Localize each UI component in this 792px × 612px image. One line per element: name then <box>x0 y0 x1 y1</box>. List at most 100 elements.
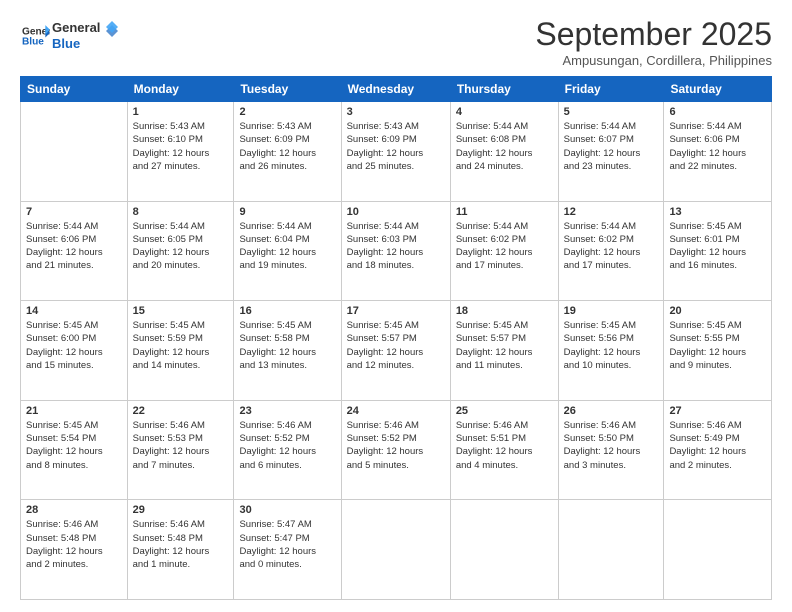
day-number: 23 <box>239 405 335 417</box>
day-info: Sunrise: 5:44 AM Sunset: 6:06 PM Dayligh… <box>669 120 766 173</box>
week-row-4: 21 Sunrise: 5:45 AM Sunset: 5:54 PM Dayli… <box>21 400 772 500</box>
day-info: Sunrise: 5:45 AM Sunset: 5:58 PM Dayligh… <box>239 319 335 372</box>
day-info: Sunrise: 5:45 AM Sunset: 5:57 PM Dayligh… <box>347 319 445 372</box>
day-info: Sunrise: 5:46 AM Sunset: 5:48 PM Dayligh… <box>26 518 122 571</box>
day-number: 14 <box>26 305 122 317</box>
calendar-cell: 20 Sunrise: 5:45 AM Sunset: 5:55 PM Dayli… <box>664 301 772 401</box>
calendar-cell: 21 Sunrise: 5:45 AM Sunset: 5:54 PM Dayli… <box>21 400 128 500</box>
day-number: 29 <box>133 504 229 516</box>
day-info: Sunrise: 5:44 AM Sunset: 6:07 PM Dayligh… <box>564 120 659 173</box>
calendar-cell <box>450 500 558 600</box>
week-row-1: 1 Sunrise: 5:43 AM Sunset: 6:10 PM Daylig… <box>21 102 772 202</box>
day-number: 25 <box>456 405 553 417</box>
week-row-5: 28Sunrise: 5:46 AM Sunset: 5:48 PM Dayli… <box>21 500 772 600</box>
calendar-cell: 29Sunrise: 5:46 AM Sunset: 5:48 PM Dayli… <box>127 500 234 600</box>
calendar-cell: 10 Sunrise: 5:44 AM Sunset: 6:03 PM Dayli… <box>341 201 450 301</box>
calendar-cell: 13Sunrise: 5:45 AM Sunset: 6:01 PM Dayli… <box>664 201 772 301</box>
day-info: Sunrise: 5:44 AM Sunset: 6:05 PM Dayligh… <box>133 220 229 273</box>
calendar-cell: 27Sunrise: 5:46 AM Sunset: 5:49 PM Dayli… <box>664 400 772 500</box>
day-number: 12 <box>564 206 659 218</box>
calendar-cell: 5Sunrise: 5:44 AM Sunset: 6:07 PM Daylig… <box>558 102 664 202</box>
day-info: Sunrise: 5:45 AM Sunset: 5:54 PM Dayligh… <box>26 419 122 472</box>
calendar-cell: 18 Sunrise: 5:45 AM Sunset: 5:57 PM Dayli… <box>450 301 558 401</box>
calendar-cell <box>21 102 128 202</box>
calendar-cell: 23 Sunrise: 5:46 AM Sunset: 5:52 PM Dayli… <box>234 400 341 500</box>
logo: General Blue General Blue <box>20 20 122 51</box>
day-info: Sunrise: 5:45 AM Sunset: 5:55 PM Dayligh… <box>669 319 766 372</box>
logo-icon: General Blue <box>22 22 50 50</box>
day-number: 21 <box>26 405 122 417</box>
month-title: September 2025 <box>535 16 772 53</box>
calendar-body: 1 Sunrise: 5:43 AM Sunset: 6:10 PM Daylig… <box>21 102 772 600</box>
calendar-cell: 19 Sunrise: 5:45 AM Sunset: 5:56 PM Dayli… <box>558 301 664 401</box>
logo-line1: General <box>52 20 100 36</box>
day-info: Sunrise: 5:45 AM Sunset: 6:00 PM Dayligh… <box>26 319 122 372</box>
logo-line2: Blue <box>52 36 100 52</box>
day-info: Sunrise: 5:45 AM Sunset: 5:56 PM Dayligh… <box>564 319 659 372</box>
day-number: 19 <box>564 305 659 317</box>
col-header-thursday: Thursday <box>450 77 558 102</box>
day-info: Sunrise: 5:45 AM Sunset: 5:57 PM Dayligh… <box>456 319 553 372</box>
day-number: 15 <box>133 305 229 317</box>
day-number: 18 <box>456 305 553 317</box>
day-info: Sunrise: 5:46 AM Sunset: 5:50 PM Dayligh… <box>564 419 659 472</box>
day-info: Sunrise: 5:44 AM Sunset: 6:04 PM Dayligh… <box>239 220 335 273</box>
day-number: 22 <box>133 405 229 417</box>
col-header-sunday: Sunday <box>21 77 128 102</box>
day-number: 17 <box>347 305 445 317</box>
day-number: 1 <box>133 106 229 118</box>
calendar-cell: 22 Sunrise: 5:46 AM Sunset: 5:53 PM Dayli… <box>127 400 234 500</box>
svg-text:Blue: Blue <box>22 36 44 47</box>
calendar-cell: 6 Sunrise: 5:44 AM Sunset: 6:06 PM Daylig… <box>664 102 772 202</box>
col-header-saturday: Saturday <box>664 77 772 102</box>
day-info: Sunrise: 5:46 AM Sunset: 5:53 PM Dayligh… <box>133 419 229 472</box>
calendar-cell: 3Sunrise: 5:43 AM Sunset: 6:09 PM Daylig… <box>341 102 450 202</box>
location: Ampusungan, Cordillera, Philippines <box>535 53 772 68</box>
calendar-cell <box>558 500 664 600</box>
calendar-cell: 14 Sunrise: 5:45 AM Sunset: 6:00 PM Dayli… <box>21 301 128 401</box>
calendar-cell: 11 Sunrise: 5:44 AM Sunset: 6:02 PM Dayli… <box>450 201 558 301</box>
day-number: 4 <box>456 106 553 118</box>
day-number: 24 <box>347 405 445 417</box>
day-number: 2 <box>239 106 335 118</box>
col-header-monday: Monday <box>127 77 234 102</box>
day-info: Sunrise: 5:44 AM Sunset: 6:02 PM Dayligh… <box>456 220 553 273</box>
day-number: 8 <box>133 206 229 218</box>
day-info: Sunrise: 5:44 AM Sunset: 6:03 PM Dayligh… <box>347 220 445 273</box>
day-number: 16 <box>239 305 335 317</box>
day-info: Sunrise: 5:46 AM Sunset: 5:52 PM Dayligh… <box>239 419 335 472</box>
day-info: Sunrise: 5:45 AM Sunset: 6:01 PM Dayligh… <box>669 220 766 273</box>
calendar-cell: 9 Sunrise: 5:44 AM Sunset: 6:04 PM Daylig… <box>234 201 341 301</box>
day-info: Sunrise: 5:43 AM Sunset: 6:10 PM Dayligh… <box>133 120 229 173</box>
day-number: 20 <box>669 305 766 317</box>
calendar-cell: 16 Sunrise: 5:45 AM Sunset: 5:58 PM Dayli… <box>234 301 341 401</box>
calendar-page: General Blue General Blue September 2025… <box>0 0 792 612</box>
calendar-cell: 2 Sunrise: 5:43 AM Sunset: 6:09 PM Daylig… <box>234 102 341 202</box>
day-info: Sunrise: 5:46 AM Sunset: 5:49 PM Dayligh… <box>669 419 766 472</box>
day-number: 7 <box>26 206 122 218</box>
col-header-wednesday: Wednesday <box>341 77 450 102</box>
day-number: 6 <box>669 106 766 118</box>
calendar-cell: 17 Sunrise: 5:45 AM Sunset: 5:57 PM Dayli… <box>341 301 450 401</box>
calendar-cell: 28Sunrise: 5:46 AM Sunset: 5:48 PM Dayli… <box>21 500 128 600</box>
logo-chevron-icon <box>102 21 122 41</box>
day-info: Sunrise: 5:43 AM Sunset: 6:09 PM Dayligh… <box>239 120 335 173</box>
day-number: 11 <box>456 206 553 218</box>
day-info: Sunrise: 5:44 AM Sunset: 6:02 PM Dayligh… <box>564 220 659 273</box>
calendar-table: SundayMondayTuesdayWednesdayThursdayFrid… <box>20 76 772 600</box>
calendar-header-row: SundayMondayTuesdayWednesdayThursdayFrid… <box>21 77 772 102</box>
calendar-cell <box>341 500 450 600</box>
day-number: 9 <box>239 206 335 218</box>
calendar-cell: 12 Sunrise: 5:44 AM Sunset: 6:02 PM Dayli… <box>558 201 664 301</box>
calendar-cell: 15 Sunrise: 5:45 AM Sunset: 5:59 PM Dayli… <box>127 301 234 401</box>
col-header-tuesday: Tuesday <box>234 77 341 102</box>
day-info: Sunrise: 5:46 AM Sunset: 5:52 PM Dayligh… <box>347 419 445 472</box>
day-number: 30 <box>239 504 335 516</box>
day-info: Sunrise: 5:44 AM Sunset: 6:06 PM Dayligh… <box>26 220 122 273</box>
day-number: 3 <box>347 106 445 118</box>
calendar-cell <box>664 500 772 600</box>
col-header-friday: Friday <box>558 77 664 102</box>
day-number: 10 <box>347 206 445 218</box>
day-info: Sunrise: 5:45 AM Sunset: 5:59 PM Dayligh… <box>133 319 229 372</box>
day-number: 26 <box>564 405 659 417</box>
